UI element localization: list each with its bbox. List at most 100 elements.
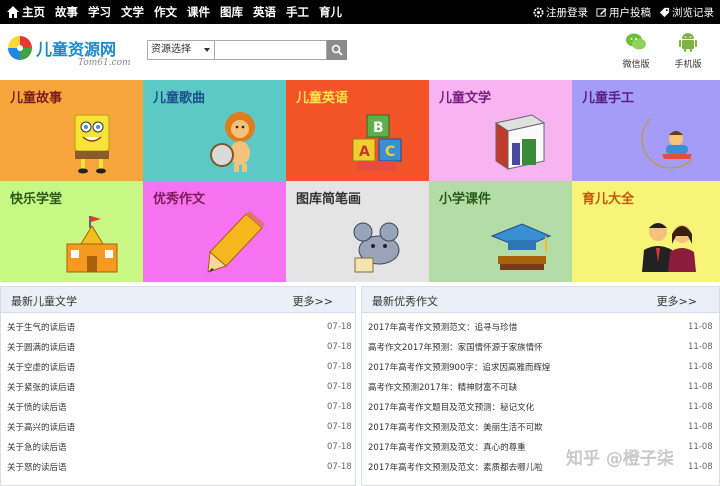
tile-label: 儿童歌曲 [153, 91, 206, 106]
nav-link-english[interactable]: 英语 [253, 4, 276, 20]
list-item[interactable]: 高考作文2017年预测：家国情怀源于家族情怀 11-08 [368, 337, 718, 357]
wechat-icon [626, 33, 646, 50]
nav-link-stories[interactable]: 故事 [55, 4, 78, 20]
user-submit-link[interactable]: 用户投稿 [596, 5, 651, 20]
list-item[interactable]: 高考作文预测2017年：精神财富不可缺 11-08 [368, 377, 718, 397]
pinwheel-logo-icon [8, 36, 32, 60]
resource-select-value: 资源选择 [151, 44, 191, 55]
tile-kids-crafts[interactable]: 儿童手工 [572, 80, 720, 181]
list-item-title: 关于圆满的读后语 [7, 343, 76, 353]
main-nav: 主页 故事 学习 文学 作文 课件 图库 英语 手工 育儿 [22, 4, 352, 20]
tile-label: 儿童故事 [10, 91, 63, 106]
nav-link-parenting[interactable]: 育儿 [319, 4, 342, 20]
list-item-date: 07-18 [327, 422, 352, 432]
history-label: 浏览记录 [672, 6, 714, 19]
site-logo[interactable]: 儿童资源网 Tom61.com [6, 34, 136, 74]
tile-label: 儿童手工 [582, 91, 635, 106]
user-submit-label: 用户投稿 [609, 6, 651, 19]
list-item-title: 关于紧张的读后语 [7, 383, 76, 393]
nav-link-home[interactable]: 主页 [22, 4, 45, 20]
mobile-version-label: 手机版 [674, 60, 702, 70]
school-icon [66, 216, 118, 273]
nav-link-study[interactable]: 学习 [88, 4, 111, 20]
list-item-date: 11-08 [688, 422, 713, 432]
list-item[interactable]: 2017年高考作文预测900字：追求因高雅而辉煌 11-08 [368, 357, 718, 377]
tile-label: 儿童英语 [296, 91, 349, 106]
list-item[interactable]: 关于急的读后语 07-18 [7, 437, 357, 457]
list-item[interactable]: 关于圆满的读后语 07-18 [7, 337, 357, 357]
logo-subtitle: Tom61.com [78, 58, 131, 68]
list-item-date: 07-18 [327, 342, 352, 352]
mobile-version-link[interactable]: 手机版 [668, 30, 708, 74]
list-item-title: 关于空虚的读后语 [7, 363, 76, 373]
list-item-title: 2017年高考作文题目及范文预测：秘记文化 [368, 403, 535, 413]
list-item[interactable]: 2017年高考作文预测范文：追寻与珍惜 11-08 [368, 317, 718, 337]
search-input[interactable] [215, 40, 327, 60]
nav-link-gallery[interactable]: 图库 [220, 4, 243, 20]
nav-link-literature[interactable]: 文学 [121, 4, 144, 20]
list-item-title: 2017年高考作文预测900字：追求因高雅而辉煌 [368, 363, 551, 373]
alphabet-blocks-icon: B A C [352, 114, 402, 171]
watermark: 知乎 @橙子柒 [566, 449, 674, 469]
tile-kids-literature[interactable]: 儿童文学 [429, 80, 572, 181]
register-login-link[interactable]: 注册登录 [533, 5, 588, 20]
logo-title: 儿童资源网 [36, 40, 117, 59]
list-item-title: 2017年高考作文预测范文：追寻与珍惜 [368, 323, 518, 333]
tile-kids-stories[interactable]: 儿童故事 [0, 80, 143, 181]
home-icon[interactable] [6, 5, 20, 19]
grad-cap-icon [490, 223, 552, 270]
parents-icon [642, 223, 696, 272]
edit-icon [596, 7, 607, 17]
list-item-title: 高考作文2017年预测：家国情怀源于家族情怀 [368, 343, 543, 353]
moon-child-icon [641, 118, 693, 169]
tile-kids-english[interactable]: 儿童英语 B A C [286, 80, 429, 181]
list-item[interactable]: 2017年高考作文预测及范文：美丽生活不可欺 11-08 [368, 417, 718, 437]
list-item[interactable]: 2017年高考作文题目及范文预测：秘记文化 11-08 [368, 397, 718, 417]
tile-label: 快乐学堂 [10, 192, 63, 207]
tile-parenting-guide[interactable]: 育儿大全 [572, 181, 720, 282]
books-icon [494, 114, 546, 170]
wechat-version-link[interactable]: 微信版 [616, 30, 656, 74]
tile-kids-songs[interactable]: 儿童歌曲 [143, 80, 286, 181]
tile-label: 儿童文学 [439, 91, 492, 106]
list-item-title: 关于怒的读后语 [7, 463, 67, 473]
register-login-label: 注册登录 [546, 6, 588, 19]
site-header: 儿童资源网 Tom61.com 资源选择 微信版 手机版 [0, 24, 720, 80]
tile-label: 育儿大全 [582, 192, 635, 207]
list-item-title: 关于急的读后语 [7, 443, 67, 453]
sponge-cartoon-icon [74, 114, 110, 174]
more-link[interactable]: 更多>> [293, 293, 333, 309]
resource-select[interactable]: 资源选择 [147, 40, 215, 60]
history-link[interactable]: 浏览记录 [659, 5, 714, 20]
pencil-icon [207, 211, 265, 273]
list-item-title: 2017年高考作文预测及范文：美丽生活不可欺 [368, 423, 543, 433]
list-item-date: 07-18 [327, 362, 352, 372]
more-link[interactable]: 更多>> [657, 293, 697, 309]
panel-title: 最新儿童文学 [11, 295, 77, 308]
svg-text:B: B [373, 120, 384, 136]
list-item-title: 2017年高考作文预测及范文：素质都去哪儿啦 [368, 463, 543, 473]
list-item[interactable]: 关于紧张的读后语 07-18 [7, 377, 357, 397]
list-item-date: 07-18 [327, 322, 352, 332]
search-button[interactable] [327, 40, 347, 60]
user-links: 注册登录 用户投稿 浏览记录 [525, 5, 714, 20]
panel-title: 最新优秀作文 [372, 295, 438, 308]
list-item[interactable]: 关于空虚的读后语 07-18 [7, 357, 357, 377]
tile-excellent-essays[interactable]: 优秀作文 [143, 181, 286, 282]
list-item-title: 关于生气的读后语 [7, 323, 76, 333]
nav-link-crafts[interactable]: 手工 [286, 4, 309, 20]
search-icon [331, 44, 343, 56]
tile-happy-classroom[interactable]: 快乐学堂 [0, 181, 143, 282]
list-item-date: 11-08 [688, 362, 713, 372]
list-item[interactable]: 关于愤的读后语 07-18 [7, 397, 357, 417]
list-item[interactable]: 关于高兴的读后语 07-18 [7, 417, 357, 437]
nav-link-courseware[interactable]: 课件 [187, 4, 210, 20]
tile-gallery-drawings[interactable]: 图库简笔画 [286, 181, 429, 282]
list-item-title: 高考作文预测2017年：精神财富不可缺 [368, 383, 518, 393]
panel-header: 最新优秀作文 更多>> [362, 287, 719, 313]
list-item[interactable]: 关于生气的读后语 07-18 [7, 317, 357, 337]
category-grid: 儿童故事 儿童歌曲 儿童英语 B A C 儿童文学 儿童手工 快乐学堂 优秀作文… [0, 80, 720, 282]
nav-link-essays[interactable]: 作文 [154, 4, 177, 20]
list-item[interactable]: 关于怒的读后语 07-18 [7, 457, 357, 477]
tile-primary-courseware[interactable]: 小学课件 [429, 181, 572, 282]
